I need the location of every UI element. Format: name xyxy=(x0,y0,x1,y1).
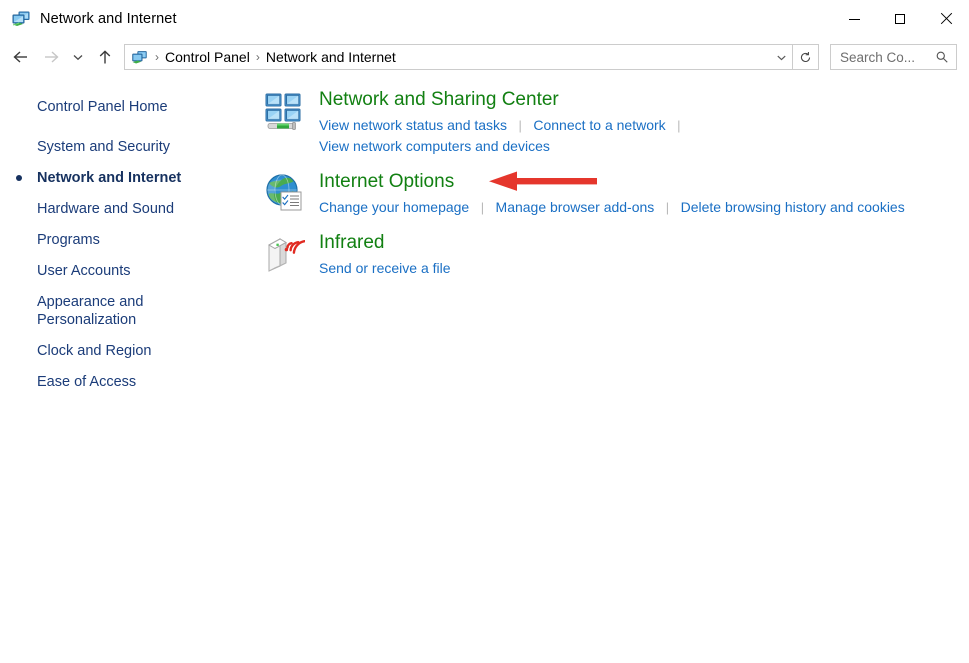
address-toolbar: › Control Panel › Network and Internet xyxy=(0,38,969,76)
chevron-down-icon xyxy=(73,55,83,61)
link-connect-to-a-network[interactable]: Connect to a network xyxy=(533,117,665,133)
category-title-link[interactable]: Network and Sharing Center xyxy=(319,88,559,112)
category-network-and-sharing-center: Network and Sharing Center View network … xyxy=(263,88,955,157)
category-body: Internet Options Change your homepage | … xyxy=(319,170,955,218)
chevron-down-icon xyxy=(776,55,786,60)
category-links-row-1: Change your homepage | Manage browser ad… xyxy=(319,197,955,218)
close-icon xyxy=(940,13,952,25)
sidebar-item-network-and-internet[interactable]: Network and Internet xyxy=(0,169,263,187)
sidebar-item-programs[interactable]: Programs xyxy=(0,231,263,249)
sidebar-item-ease-of-access[interactable]: Ease of Access xyxy=(0,373,263,391)
link-view-network-status-and-tasks[interactable]: View network status and tasks xyxy=(319,117,507,133)
breadcrumb-separator: › xyxy=(155,50,159,64)
address-bar[interactable]: › Control Panel › Network and Internet xyxy=(124,44,793,70)
link-manage-browser-add-ons[interactable]: Manage browser add-ons xyxy=(496,199,655,215)
link-separator: | xyxy=(665,200,670,215)
search-icon xyxy=(936,51,948,63)
category-body: Network and Sharing Center View network … xyxy=(319,88,955,157)
window-controls xyxy=(831,0,969,38)
category-body: Infrared Send or receive a file xyxy=(319,231,955,279)
address-dropdown-button[interactable] xyxy=(770,45,792,69)
link-separator: | xyxy=(677,118,681,133)
close-button[interactable] xyxy=(923,0,969,38)
category-links-row-1: View network status and tasks | Connect … xyxy=(319,115,955,136)
recent-locations-button[interactable] xyxy=(66,42,90,72)
category-title-link[interactable]: Internet Options xyxy=(319,170,454,194)
up-arrow-icon xyxy=(99,49,111,63)
minimize-button[interactable] xyxy=(831,0,877,38)
link-view-network-computers-and-devices[interactable]: View network computers and devices xyxy=(319,138,550,154)
category-internet-options: Internet Options Change your homepage | … xyxy=(263,170,955,218)
link-send-or-receive-a-file[interactable]: Send or receive a file xyxy=(319,260,451,276)
back-arrow-icon xyxy=(13,51,27,63)
network-sharing-center-icon xyxy=(263,90,305,132)
minimize-icon xyxy=(848,18,860,20)
main-panel: Network and Sharing Center View network … xyxy=(263,76,969,663)
sidebar: Control Panel Home System and Security N… xyxy=(0,76,263,663)
refresh-button[interactable] xyxy=(793,44,819,70)
maximize-icon xyxy=(895,14,905,24)
breadcrumb-separator: › xyxy=(255,50,260,64)
internet-options-globe-icon xyxy=(263,172,305,214)
link-delete-browsing-history-and-cookies[interactable]: Delete browsing history and cookies xyxy=(681,199,905,215)
sidebar-item-user-accounts[interactable]: User Accounts xyxy=(0,262,263,280)
sidebar-item-control-panel-home[interactable]: Control Panel Home xyxy=(0,98,263,116)
forward-button[interactable] xyxy=(36,42,66,72)
link-separator: | xyxy=(480,200,485,215)
sidebar-item-appearance-and-personalization[interactable]: Appearance and Personalization xyxy=(0,293,263,329)
breadcrumb-network-and-internet[interactable]: Network and Internet xyxy=(263,49,399,65)
sidebar-item-clock-and-region[interactable]: Clock and Region xyxy=(0,342,263,360)
window-icon xyxy=(11,9,31,29)
forward-arrow-icon xyxy=(45,51,59,63)
back-button[interactable] xyxy=(6,42,36,72)
category-title-link[interactable]: Infrared xyxy=(319,231,384,255)
search-box[interactable] xyxy=(830,44,957,70)
address-bar-icon xyxy=(131,49,148,66)
title-bar: Network and Internet xyxy=(0,0,969,38)
category-links-row-1: Send or receive a file xyxy=(319,258,955,279)
up-button[interactable] xyxy=(90,42,120,72)
category-infrared: Infrared Send or receive a file xyxy=(263,231,955,279)
sidebar-item-system-and-security[interactable]: System and Security xyxy=(0,138,263,156)
sidebar-item-hardware-and-sound[interactable]: Hardware and Sound xyxy=(0,200,263,218)
link-separator: | xyxy=(518,118,522,133)
window-title: Network and Internet xyxy=(40,11,177,27)
search-input[interactable] xyxy=(840,49,935,65)
category-title-row: Network and Sharing Center xyxy=(319,88,955,115)
category-title-row: Internet Options xyxy=(319,170,955,197)
content-area: Control Panel Home System and Security N… xyxy=(0,76,969,663)
maximize-button[interactable] xyxy=(877,0,923,38)
link-change-your-homepage[interactable]: Change your homepage xyxy=(319,199,469,215)
category-links-row-2: View network computers and devices xyxy=(319,136,955,157)
red-annotation-arrow xyxy=(489,171,597,191)
refresh-icon xyxy=(800,51,811,62)
category-title-row: Infrared xyxy=(319,231,955,258)
breadcrumb-control-panel[interactable]: Control Panel xyxy=(162,49,253,65)
infrared-icon xyxy=(263,233,306,275)
